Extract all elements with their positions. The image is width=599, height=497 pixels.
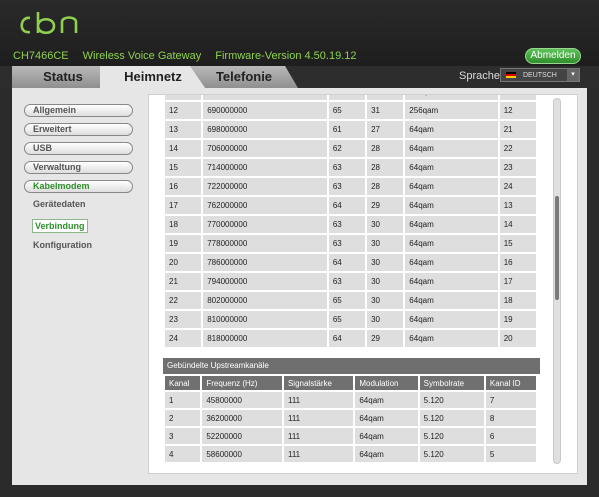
connection-panel: 116820000006531256qam11 1269000000065312…	[148, 94, 578, 474]
table-row: 12 690000000 65 31 256qam 12	[165, 102, 536, 121]
upstream-title: Gebündelte Upstreamkanäle	[163, 358, 540, 374]
tab-telefonie[interactable]: Telefonie	[190, 66, 298, 88]
table-row: 14 706000000 62 28 64qam 22	[165, 140, 536, 159]
content-scrollbar[interactable]	[553, 98, 561, 464]
subnav-verbindung[interactable]: Verbindung	[32, 219, 88, 233]
logout-button[interactable]: Abmelden	[525, 48, 581, 64]
upstream-section: Gebündelte Upstreamkanäle Kanal Frequenz …	[163, 358, 540, 464]
language-select[interactable]: DEUTSCH ▾	[500, 68, 580, 82]
table-row: 13 698000000 61 27 64qam 21	[165, 121, 536, 140]
table-row: 21 794000000 63 30 64qam 17	[165, 273, 536, 292]
top-header: CH7466CE Wireless Voice Gateway Firmware-V…	[0, 0, 599, 66]
table-row: 116820000006531256qam11	[165, 95, 536, 102]
language-label: Sprache	[459, 70, 500, 82]
upstream-table: Kanal Frequenz (Hz) Signalstärke Modulation…	[163, 376, 538, 464]
subnav-konfiguration[interactable]: Konfiguration	[33, 240, 144, 250]
firmware-version: Firmware-Version 4.50.19.12	[215, 50, 357, 62]
table-row: 15 714000000 63 28 64qam 23	[165, 159, 536, 178]
table-header-row: Kanal Frequenz (Hz) Signalstärke Modulation…	[165, 376, 536, 392]
table-row: 22 802000000 65 30 64qam 18	[165, 292, 536, 311]
sidebar-item-kabelmodem[interactable]: Kabelmodem	[24, 180, 133, 193]
language-value: DEUTSCH	[523, 72, 557, 79]
german-flag-icon	[506, 72, 516, 78]
model-name: CH7466CE	[13, 50, 69, 62]
table-row: 4 58600000 111 64qam 5.120 5	[165, 446, 536, 464]
downstream-table: 116820000006531256qam11 1269000000065312…	[163, 95, 538, 349]
tab-heimnetz[interactable]: Heimnetz	[100, 66, 206, 88]
table-row: 17 762000000 64 29 64qam 13	[165, 197, 536, 216]
cbn-logo	[20, 12, 78, 35]
device-info: CH7466CE Wireless Voice Gateway Firmware-V…	[13, 50, 370, 62]
subnav-geraetedaten[interactable]: Gerätedaten	[33, 199, 144, 209]
table-row: 16 722000000 63 28 64qam 24	[165, 178, 536, 197]
sidebar-item-erweitert[interactable]: Erweitert	[24, 123, 133, 136]
scroll-thumb[interactable]	[555, 196, 559, 300]
table-row: 3 52200000 111 64qam 5.120 6	[165, 428, 536, 446]
device-name: Wireless Voice Gateway	[82, 50, 202, 62]
table-row: 19 778000000 63 30 64qam 15	[165, 235, 536, 254]
table-row: 20 786000000 64 30 64qam 16	[165, 254, 536, 273]
table-row: 24 818000000 64 29 64qam 20	[165, 330, 536, 349]
sidebar-item-usb[interactable]: USB	[24, 142, 133, 155]
table-row: 2 36200000 111 64qam 5.120 8	[165, 410, 536, 428]
table-row: 1 45800000 111 64qam 5.120 7	[165, 392, 536, 410]
sidebar-item-verwaltung[interactable]: Verwaltung	[24, 161, 133, 174]
sidebar-item-allgemein[interactable]: Allgemein	[24, 104, 133, 117]
table-row: 18 770000000 63 30 64qam 14	[165, 216, 536, 235]
sidebar: Allgemein Erweitert USB Verwaltung Kabel…	[24, 104, 144, 257]
chevron-down-icon: ▾	[567, 69, 579, 81]
content-area: Allgemein Erweitert USB Verwaltung Kabel…	[12, 88, 587, 485]
table-row: 23 810000000 65 30 64qam 19	[165, 311, 536, 330]
tab-status[interactable]: Status	[12, 66, 114, 88]
